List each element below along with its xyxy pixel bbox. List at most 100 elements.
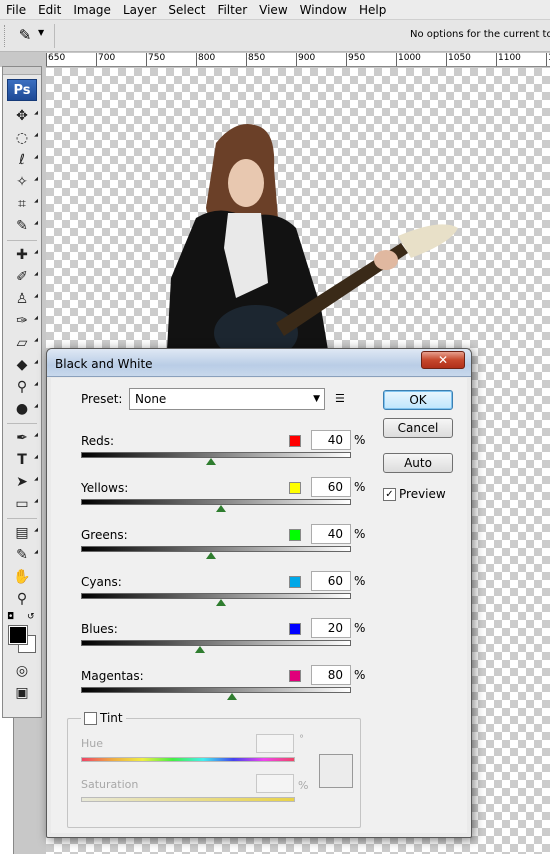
ruler-label: 900 — [298, 53, 316, 63]
reds-swatch — [289, 435, 301, 447]
tint-label: Tint — [100, 711, 123, 725]
reds-slider-track[interactable] — [81, 452, 351, 458]
ruler-label: 1050 — [448, 53, 471, 63]
greens-label: Greens: — [81, 528, 128, 542]
eyedropper-tool-icon[interactable]: ✎ ◢ — [3, 544, 41, 566]
percent-label: % — [354, 433, 366, 447]
ruler-label: 850 — [248, 53, 266, 63]
toolbox: Ps ✥ ◢ ◌ ◢ ℓ ◢ ✧ ◢ ⌗ ◢ ✎ ◢ ✚ ◢ ✐ ◢ ♙ ◢ ✑ ◢ ▱ ◢ ◆ ◢ ⚲… — [2, 66, 42, 718]
percent-label: % — [354, 574, 366, 588]
ruler-label: 750 — [148, 53, 166, 63]
menu-image[interactable]: Image — [67, 0, 117, 20]
photoshop-logo[interactable]: Ps — [7, 79, 37, 101]
checkmark-icon: ✓ — [383, 487, 396, 501]
blues-label: Blues: — [81, 622, 118, 636]
saturation-slider[interactable] — [81, 797, 295, 802]
magentas-slider-track[interactable] — [81, 687, 351, 693]
tint-group — [67, 718, 361, 828]
menu-filter[interactable]: Filter — [211, 0, 253, 20]
toolbox-grip[interactable] — [3, 67, 41, 75]
magentas-label: Magentas: — [81, 669, 144, 683]
yellows-value-input[interactable]: 60 — [311, 477, 351, 497]
slice-tool-icon[interactable]: ✎ ◢ — [3, 215, 41, 237]
options-bar: ✎ ▼ No options for the current tool. — [0, 20, 550, 52]
greens-slider-row: Greens: 40 % — [81, 524, 371, 573]
cyans-value-input[interactable]: 60 — [311, 571, 351, 591]
cyans-slider-thumb[interactable] — [216, 599, 227, 606]
options-separator — [54, 24, 55, 48]
hue-unit: ° — [299, 734, 304, 745]
greens-swatch — [289, 529, 301, 541]
ruler-label: 950 — [348, 53, 366, 63]
tool-preset-arrow-icon[interactable]: ▼ — [38, 28, 44, 37]
yellows-slider-thumb[interactable] — [216, 505, 227, 512]
blues-slider-track[interactable] — [81, 640, 351, 646]
cancel-button[interactable]: Cancel — [383, 418, 453, 438]
burn-tool-icon[interactable]: ● ◢ — [3, 398, 41, 420]
blues-value-input[interactable]: 20 — [311, 618, 351, 638]
chevron-down-icon: ▼ — [313, 394, 320, 404]
menu-layer[interactable]: Layer — [117, 0, 162, 20]
greens-value-input[interactable]: 40 — [311, 524, 351, 544]
menu-edit[interactable]: Edit — [32, 0, 67, 20]
blues-slider-row: Blues: 20 % — [81, 618, 371, 667]
menu-help[interactable]: Help — [353, 0, 392, 20]
ruler-label: 1100 — [498, 53, 521, 63]
saturation-value-input[interactable] — [256, 774, 294, 793]
menu-window[interactable]: Window — [294, 0, 353, 20]
menu-select[interactable]: Select — [162, 0, 211, 20]
auto-button[interactable]: Auto — [383, 453, 453, 473]
hue-slider[interactable] — [81, 757, 295, 762]
ruler-horizontal[interactable]: 650 700 750 800 850 900 950 1000 1050 11… — [46, 53, 550, 67]
dialog-body: Preset: None ▼ ☰ OK Cancel Auto ✓ Previe… — [51, 378, 467, 833]
eyedropper-icon[interactable]: ✎ — [14, 26, 36, 46]
magentas-slider-thumb[interactable] — [227, 693, 238, 700]
reds-value-input[interactable]: 40 — [311, 430, 351, 450]
reds-slider-row: Reds: 40 % — [81, 430, 371, 479]
default-colors-icon[interactable]: ◘ — [7, 612, 14, 622]
dialog-title: Black and White — [55, 357, 153, 371]
hue-label: Hue — [81, 737, 104, 750]
yellows-label: Yellows: — [81, 481, 129, 495]
zoom-tool-icon[interactable]: ⚲ — [3, 588, 41, 610]
percent-label: % — [354, 527, 366, 541]
saturation-label: Saturation — [81, 778, 139, 791]
greens-slider-thumb[interactable] — [205, 552, 216, 559]
tint-checkbox[interactable]: Tint — [81, 711, 126, 725]
screen-mode-icon[interactable]: ▣ — [3, 682, 41, 704]
quick-mask-icon[interactable]: ◎ — [3, 660, 41, 682]
preset-options-icon[interactable]: ☰ — [335, 392, 345, 405]
menu-file[interactable]: File — [0, 0, 32, 20]
preset-label: Preset: — [81, 392, 123, 406]
preview-label: Preview — [399, 487, 446, 501]
hue-value-input[interactable] — [256, 734, 294, 753]
color-swatches: ◘ ↺ — [3, 610, 41, 660]
reds-label: Reds: — [81, 434, 115, 448]
shape-tool-icon[interactable]: ▭ ◢ — [3, 493, 41, 515]
cyans-swatch — [289, 576, 301, 588]
percent-label: % — [354, 668, 366, 682]
preset-select[interactable]: None ▼ — [129, 388, 325, 410]
dialog-titlebar[interactable]: Black and White ✕ — [47, 349, 471, 377]
preset-value: None — [135, 392, 167, 406]
greens-slider-track[interactable] — [81, 546, 351, 552]
ruler-label: 1000 — [398, 53, 421, 63]
yellows-swatch — [289, 482, 301, 494]
cyans-slider-row: Cyans: 60 % — [81, 571, 371, 620]
preview-checkbox[interactable]: ✓ Preview — [383, 487, 446, 501]
hand-tool-icon[interactable]: ✋ — [3, 566, 41, 588]
options-bar-grip[interactable] — [4, 25, 7, 47]
menu-view[interactable]: View — [253, 0, 293, 20]
ok-button[interactable]: OK — [383, 390, 453, 410]
tint-color-swatch[interactable] — [319, 754, 353, 788]
reds-slider-thumb[interactable] — [205, 458, 216, 465]
close-button[interactable]: ✕ — [421, 351, 465, 369]
magentas-value-input[interactable]: 80 — [311, 665, 351, 685]
cyans-label: Cyans: — [81, 575, 122, 589]
foreground-color-swatch[interactable] — [8, 625, 28, 645]
swap-colors-icon[interactable]: ↺ — [27, 612, 35, 622]
tint-checkbox-box — [84, 711, 97, 725]
ruler-label: 800 — [198, 53, 216, 63]
blues-slider-thumb[interactable] — [194, 646, 205, 653]
magentas-swatch — [289, 670, 301, 682]
